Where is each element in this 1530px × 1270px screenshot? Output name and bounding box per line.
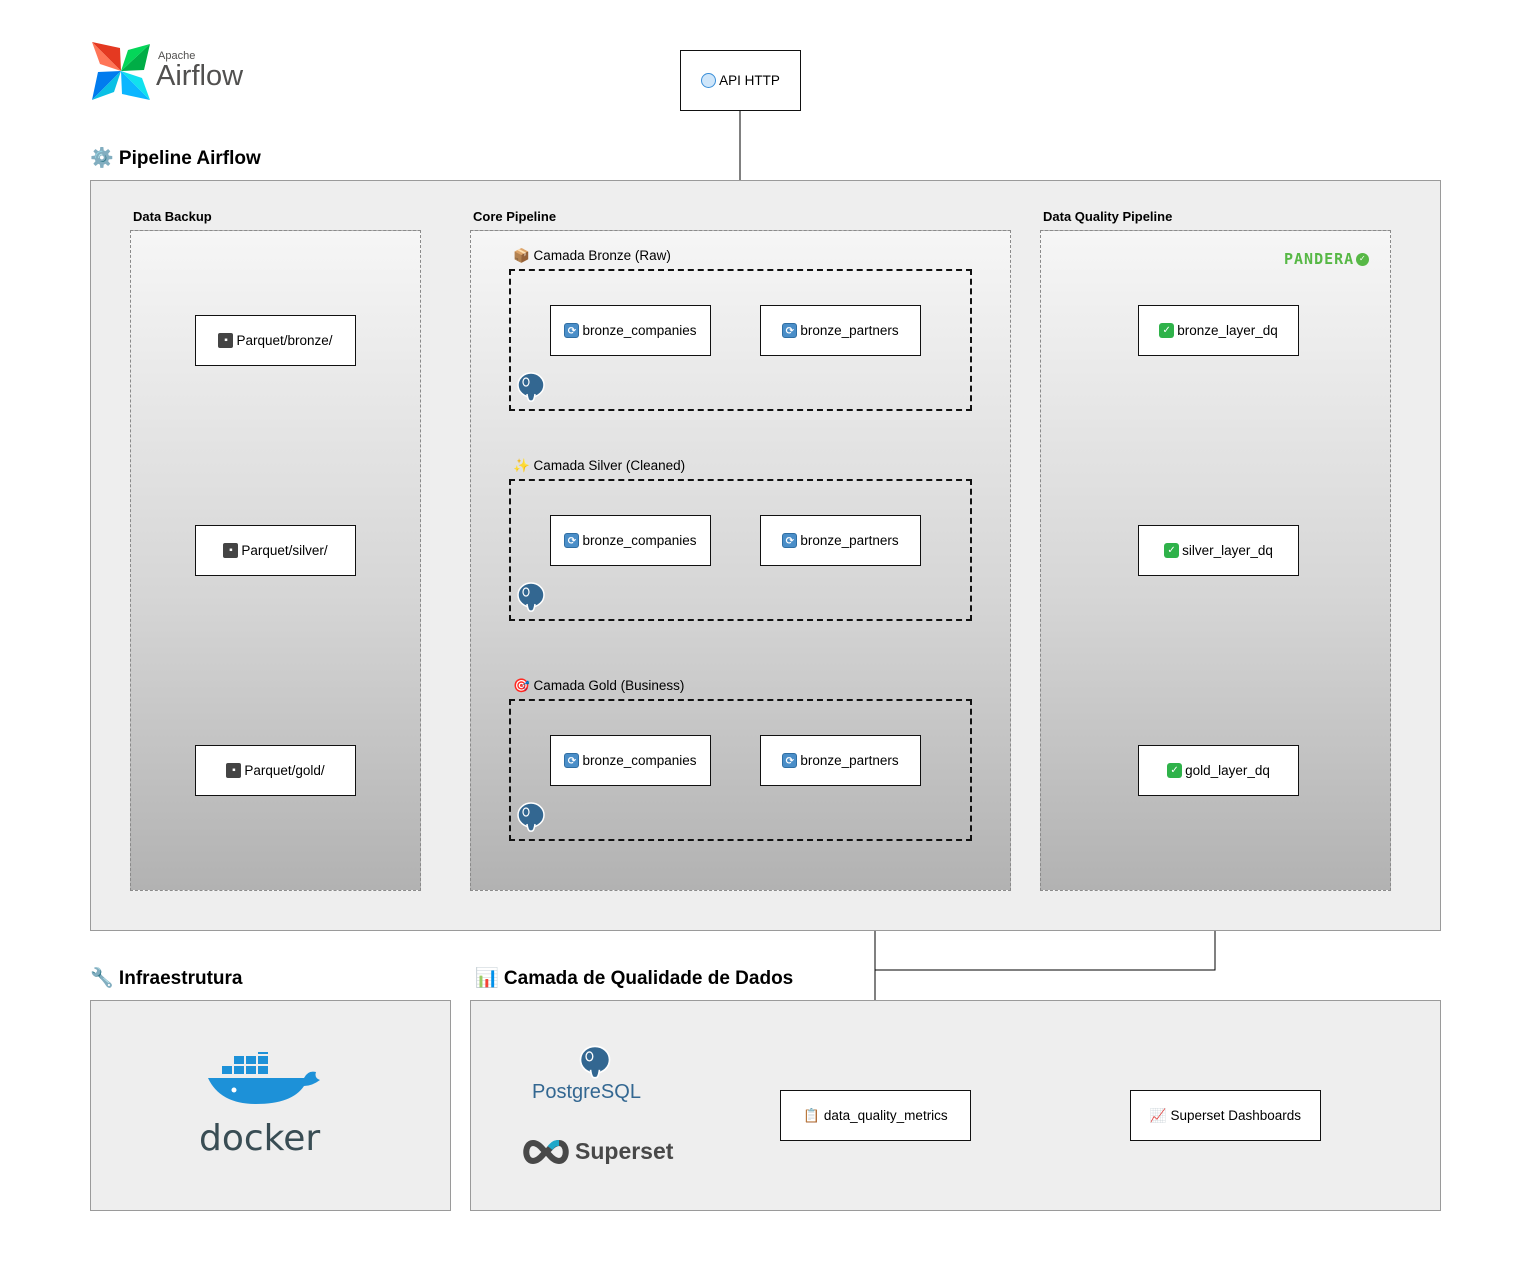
sync-icon: ⟳ [782, 533, 798, 548]
silver-partners-task[interactable]: ⟳ bronze_partners [760, 515, 921, 566]
globe-icon [701, 73, 717, 88]
docker-whale-icon [208, 1052, 320, 1104]
superset-dashboards-node[interactable]: 📈 Superset Dashboards [1130, 1090, 1321, 1141]
backup-label: Parquet/silver/ [241, 543, 328, 558]
superset-dashboards-label: 📈 Superset Dashboards [1149, 1107, 1302, 1123]
sync-icon: ⟳ [564, 323, 580, 338]
gold-layer-dq-node[interactable]: ✓ gold_layer_dq [1138, 745, 1299, 796]
floppy-disk-icon: ▪ [218, 333, 234, 348]
data-backup-label: Data Backup [133, 209, 212, 224]
parquet-bronze-node[interactable]: ▪ Parquet/bronze/ [195, 315, 356, 366]
superset-logo-text: Superset [575, 1138, 674, 1164]
docker-logo: docker [195, 1052, 330, 1162]
silver-layer-dq-node[interactable]: ✓ silver_layer_dq [1138, 525, 1299, 576]
silver-companies-task[interactable]: ⟳ bronze_companies [550, 515, 711, 566]
gold-layer-label: 🎯 Camada Gold (Business) [513, 678, 685, 693]
superset-logo: Superset [520, 1136, 680, 1170]
airflow-logo-main: Airflow [156, 60, 244, 92]
bronze-companies-task[interactable]: ⟳ bronze_companies [550, 305, 711, 356]
check-icon: ✓ [1164, 543, 1180, 558]
task-label: bronze_companies [582, 533, 697, 548]
data-quality-metrics-label: 📋 data_quality_metrics [803, 1107, 948, 1123]
bronze-partners-task[interactable]: ⟳ bronze_partners [760, 305, 921, 356]
docker-logo-text: docker [199, 1118, 321, 1159]
pandera-logo: PANDERA ✓ [1284, 250, 1370, 268]
backup-label: Parquet/gold/ [244, 763, 325, 778]
task-label: bronze_partners [800, 533, 899, 548]
backup-label: Parquet/bronze/ [236, 333, 333, 348]
floppy-disk-icon: ▪ [226, 763, 242, 778]
dq-label: gold_layer_dq [1185, 763, 1270, 778]
bronze-layer-label: 📦 Camada Bronze (Raw) [513, 248, 671, 263]
postgresql-logo: PostgreSQL [530, 1043, 665, 1105]
api-http-label: API HTTP [719, 73, 780, 88]
pandera-logo-text: PANDERA [1284, 250, 1355, 268]
sync-icon: ⟳ [782, 323, 798, 338]
task-label: bronze_companies [582, 323, 697, 338]
parquet-gold-node[interactable]: ▪ Parquet/gold/ [195, 745, 356, 796]
superset-infinity-icon [523, 1139, 569, 1165]
data-quality-layer-title: 📊 Camada de Qualidade de Dados [475, 968, 794, 989]
dq-label: bronze_layer_dq [1177, 323, 1278, 338]
gold-partners-task[interactable]: ⟳ bronze_partners [760, 735, 921, 786]
postgres-elephant-icon [517, 802, 545, 832]
task-label: bronze_partners [800, 323, 899, 338]
dq-label: silver_layer_dq [1182, 543, 1273, 558]
task-label: bronze_partners [800, 753, 899, 768]
floppy-disk-icon: ▪ [223, 543, 239, 558]
airflow-pinwheel-icon [92, 42, 150, 100]
check-icon: ✓ [1159, 323, 1175, 338]
data-quality-metrics-node[interactable]: 📋 data_quality_metrics [780, 1090, 971, 1141]
sync-icon: ⟳ [564, 533, 580, 548]
gold-companies-task[interactable]: ⟳ bronze_companies [550, 735, 711, 786]
pipeline-airflow-title: ⚙️ Pipeline Airflow [90, 148, 261, 169]
infraestrutura-title: 🔧 Infraestrutura [90, 968, 243, 989]
pandera-check-icon: ✓ [1356, 253, 1370, 266]
postgres-elephant-icon [579, 1045, 611, 1079]
silver-layer-label: ✨ Camada Silver (Cleaned) [513, 458, 686, 473]
postgres-elephant-icon [517, 582, 545, 612]
data-quality-pipeline-label: Data Quality Pipeline [1043, 209, 1173, 224]
core-pipeline-label: Core Pipeline [473, 209, 557, 224]
sync-icon: ⟳ [782, 753, 798, 768]
task-label: bronze_companies [582, 753, 697, 768]
airflow-logo: Apache Airflow [90, 40, 260, 102]
bronze-layer-dq-node[interactable]: ✓ bronze_layer_dq [1138, 305, 1299, 356]
api-http-node[interactable]: API HTTP [680, 50, 801, 111]
sync-icon: ⟳ [564, 753, 580, 768]
postgresql-logo-text: PostgreSQL [532, 1081, 641, 1103]
check-icon: ✓ [1167, 763, 1183, 778]
postgres-elephant-icon [517, 372, 545, 402]
parquet-silver-node[interactable]: ▪ Parquet/silver/ [195, 525, 356, 576]
